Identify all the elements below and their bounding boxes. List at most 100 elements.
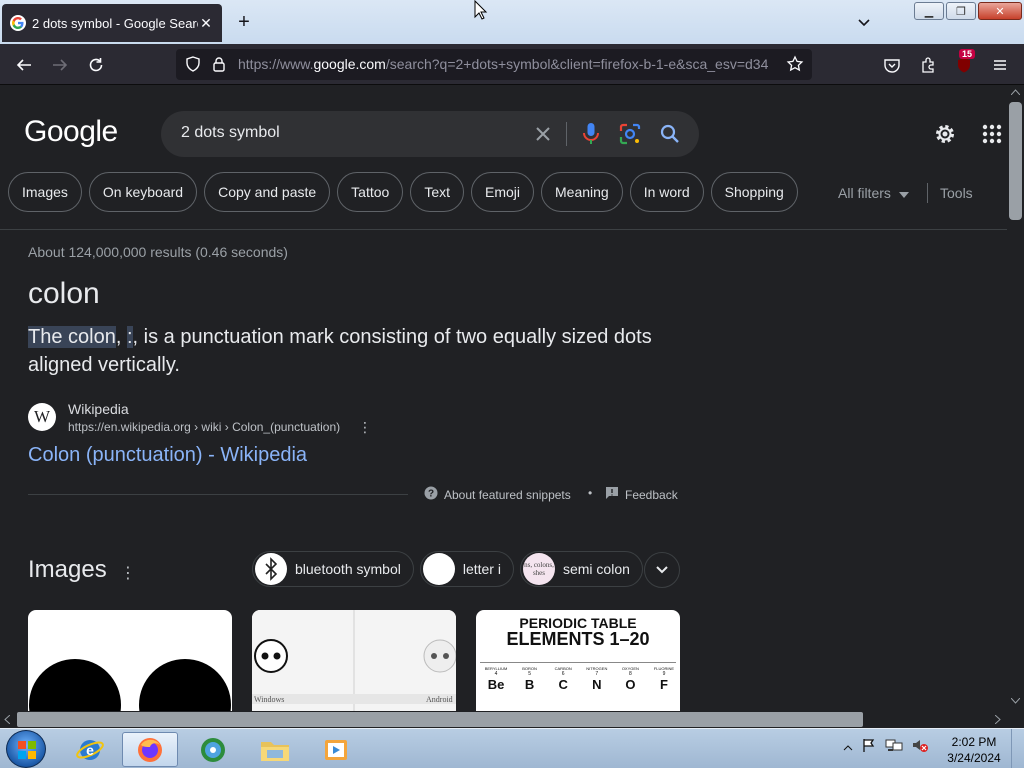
windows-taskbar: e 2:02 PM 3/24/2024 (0, 728, 1024, 768)
file-explorer-taskbar-icon[interactable] (247, 732, 303, 767)
clear-search-icon[interactable] (531, 122, 555, 146)
shield-icon[interactable] (184, 55, 202, 78)
suggestion-letter-i[interactable]: letter i (419, 551, 514, 587)
chip-tattoo[interactable]: Tattoo (337, 172, 404, 212)
url-text[interactable]: https://www.google.com/search?q=2+dots+s… (238, 56, 778, 72)
featured-answer-title: colon (28, 277, 100, 310)
hamburger-menu-icon[interactable] (988, 53, 1012, 77)
vertical-scroll-thumb[interactable] (1009, 102, 1022, 220)
tab-close-icon[interactable]: ✕ (198, 15, 214, 32)
result-link[interactable]: Colon (punctuation) - Wikipedia (28, 444, 307, 467)
chevron-down-icon (656, 566, 668, 574)
suggestion-semi-colon[interactable]: ns, colons, shes semi colon (519, 551, 643, 587)
extensions-icon[interactable] (916, 53, 940, 77)
wikipedia-icon[interactable]: W (28, 403, 56, 431)
close-window-button[interactable]: ✕ (978, 2, 1022, 20)
restore-button[interactable]: ❐ (946, 2, 976, 20)
suggestion-label: bluetooth symbol (295, 561, 401, 577)
periodic-title-line2: ELEMENTS 1–20 (506, 629, 650, 649)
google-lens-icon[interactable] (618, 122, 642, 146)
window-controls: ▁ ❐ ✕ (914, 2, 1022, 20)
more-options-icon[interactable]: ⋮ (358, 419, 372, 435)
bookmark-star-icon[interactable] (786, 55, 804, 78)
mouse-cursor-icon (474, 0, 488, 20)
system-tray (843, 737, 929, 758)
taskbar-clock[interactable]: 2:02 PM 3/24/2024 (944, 734, 1004, 766)
chip-meaning[interactable]: Meaning (541, 172, 623, 212)
action-center-flag-icon[interactable] (861, 737, 877, 758)
image-result-periodic-table[interactable]: PERIODIC TABLE ELEMENTS 1–20 BERYLLIUM 4 B… (476, 610, 680, 711)
list-all-tabs-icon[interactable] (854, 12, 874, 32)
chip-emoji[interactable]: Emoji (471, 172, 535, 212)
filters-divider (927, 183, 928, 203)
address-bar[interactable]: https://www.google.com/search?q=2+dots+s… (176, 49, 812, 80)
about-snippets-label: About featured snippets (444, 487, 571, 502)
settings-gear-icon[interactable] (933, 122, 957, 146)
svg-text:e: e (86, 742, 94, 758)
google-logo[interactable]: Google (24, 115, 118, 149)
chip-text[interactable]: Text (410, 172, 464, 212)
tab-strip: 2 dots symbol - Google Search ✕ + ▁ ❐ ✕ (0, 0, 1024, 44)
help-circle-icon: ? (424, 486, 438, 503)
internet-explorer-taskbar-icon[interactable]: e (62, 732, 118, 767)
search-icon[interactable] (658, 122, 682, 146)
all-filters-button[interactable]: All filters (838, 185, 909, 201)
back-arrow-icon[interactable] (12, 53, 36, 77)
image-suggestions: bluetooth symbol letter i ns, colons, sh… (252, 551, 643, 587)
extension-badge: 15 (959, 49, 976, 59)
feedback-link[interactable]: Feedback (605, 486, 678, 503)
images-section-title[interactable]: Images (28, 556, 107, 584)
chip-in-word[interactable]: In word (629, 172, 704, 212)
clock-date: 3/24/2024 (947, 751, 1001, 765)
tab-title: 2 dots symbol - Google Search (32, 15, 198, 31)
show-desktop-button[interactable] (1011, 729, 1024, 768)
pocket-icon[interactable] (880, 53, 904, 77)
new-tab-button[interactable]: + (232, 10, 256, 34)
media-player-taskbar-icon[interactable] (308, 732, 364, 767)
nav-toolbar: https://www.google.com/search?q=2+dots+s… (0, 44, 1024, 85)
tab-google-search[interactable]: 2 dots symbol - Google Search ✕ (2, 4, 222, 42)
snippet-highlight: The colon (28, 326, 116, 348)
snippet-divider (28, 494, 408, 495)
search-input[interactable]: 2 dots symbol (181, 124, 280, 142)
separator-dot: • (588, 486, 593, 500)
image-result-emoji-compare[interactable]: Windows Android (252, 610, 456, 711)
bluetooth-icon (255, 553, 287, 585)
google-favicon-icon (10, 15, 26, 31)
start-button[interactable] (6, 730, 46, 768)
scroll-left-arrow-icon (4, 715, 10, 724)
reload-icon[interactable] (84, 53, 108, 77)
google-results-page: Google 2 dots symbol Images On keyboard … (0, 85, 1007, 711)
firefox-taskbar-icon[interactable] (122, 732, 178, 767)
feedback-label: Feedback (625, 487, 678, 502)
scroll-right-arrow-icon (995, 715, 1001, 724)
periodic-elements-row: BERYLLIUM 4 Be BORON 5 B CARBON 6 C NITROGEN 7 N… (484, 666, 675, 692)
chip-images[interactable]: Images (8, 172, 82, 212)
tray-expand-icon[interactable] (843, 739, 853, 757)
media-globe-taskbar-icon[interactable] (185, 732, 241, 767)
horizontal-scroll-thumb[interactable] (17, 712, 863, 727)
tools-button[interactable]: Tools (940, 185, 973, 201)
google-apps-icon[interactable] (980, 122, 1004, 146)
chip-on-keyboard[interactable]: On keyboard (88, 172, 198, 212)
source-name[interactable]: Wikipedia (68, 401, 129, 417)
about-featured-snippets-link[interactable]: ? About featured snippets (424, 486, 571, 503)
clock-time: 2:02 PM (951, 735, 997, 749)
voice-search-icon[interactable] (579, 121, 603, 147)
letter-i-thumbnail (422, 553, 455, 585)
image-result-two-dots[interactable] (28, 610, 232, 711)
search-box[interactable]: 2 dots symbol (161, 111, 699, 157)
minimize-button[interactable]: ▁ (914, 2, 944, 20)
lock-icon[interactable] (210, 55, 228, 78)
thumb-caption-windows: Windows (254, 695, 285, 704)
images-more-options-icon[interactable]: ⋮ (120, 563, 136, 583)
forward-arrow-icon[interactable] (48, 53, 72, 77)
chip-copy-and-paste[interactable]: Copy and paste (204, 172, 331, 212)
expand-suggestions-button[interactable] (644, 552, 680, 588)
source-url[interactable]: https://en.wikipedia.org › wiki › Colon_… (68, 420, 340, 434)
chip-shopping[interactable]: Shopping (710, 172, 798, 212)
suggestion-bluetooth-symbol[interactable]: bluetooth symbol (252, 551, 414, 587)
dropdown-caret-icon (898, 185, 909, 201)
network-icon[interactable] (885, 737, 903, 758)
volume-muted-icon[interactable] (911, 737, 929, 758)
